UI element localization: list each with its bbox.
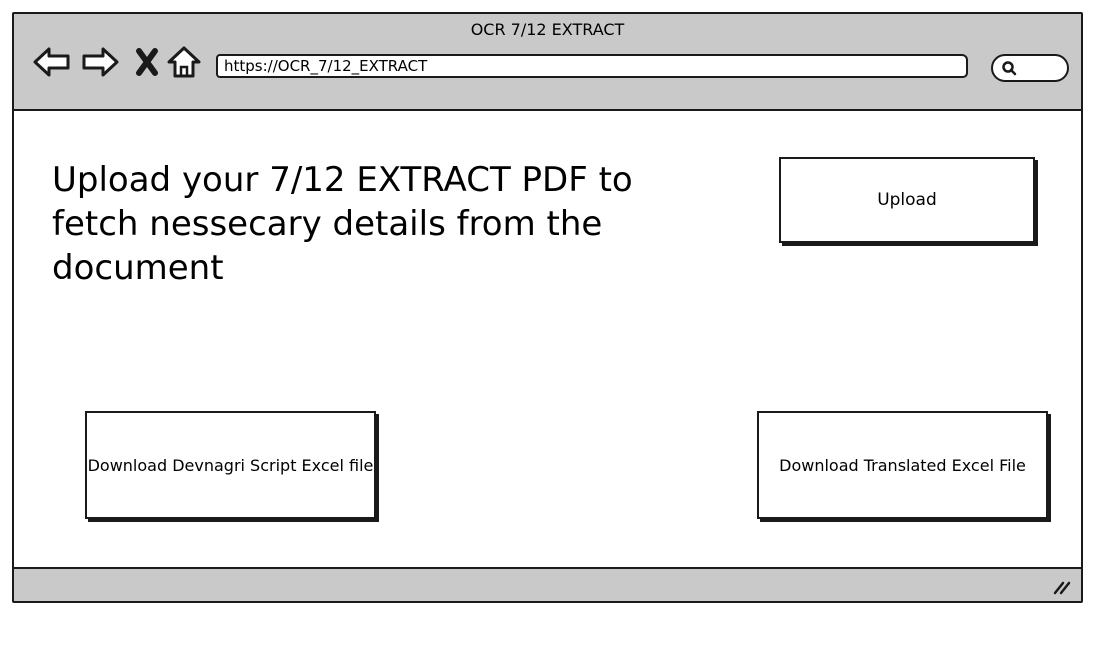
forward-arrow-icon[interactable] <box>80 42 120 82</box>
search-icon <box>1002 61 1017 76</box>
browser-window: OCR 7/12 EXTRACT https://OCR_7/12_EXTRAC… <box>12 12 1083 603</box>
browser-toolbar: OCR 7/12 EXTRACT https://OCR_7/12_EXTRAC… <box>14 14 1081 111</box>
home-icon[interactable] <box>164 42 204 82</box>
download-devnagri-excel-button[interactable]: Download Devnagri Script Excel file <box>85 411 376 519</box>
download-translated-excel-button[interactable]: Download Translated Excel File <box>757 411 1048 519</box>
url-input[interactable]: https://OCR_7/12_EXTRACT <box>216 54 968 78</box>
upload-button[interactable]: Upload <box>779 157 1035 243</box>
back-arrow-icon[interactable] <box>32 42 72 82</box>
status-bar <box>14 567 1081 601</box>
page-heading: Upload your 7/12 EXTRACT PDF to fetch ne… <box>52 160 633 288</box>
search-input[interactable] <box>991 54 1069 82</box>
resize-handle-icon[interactable] <box>1051 575 1073 597</box>
window-title: OCR 7/12 EXTRACT <box>470 20 625 39</box>
